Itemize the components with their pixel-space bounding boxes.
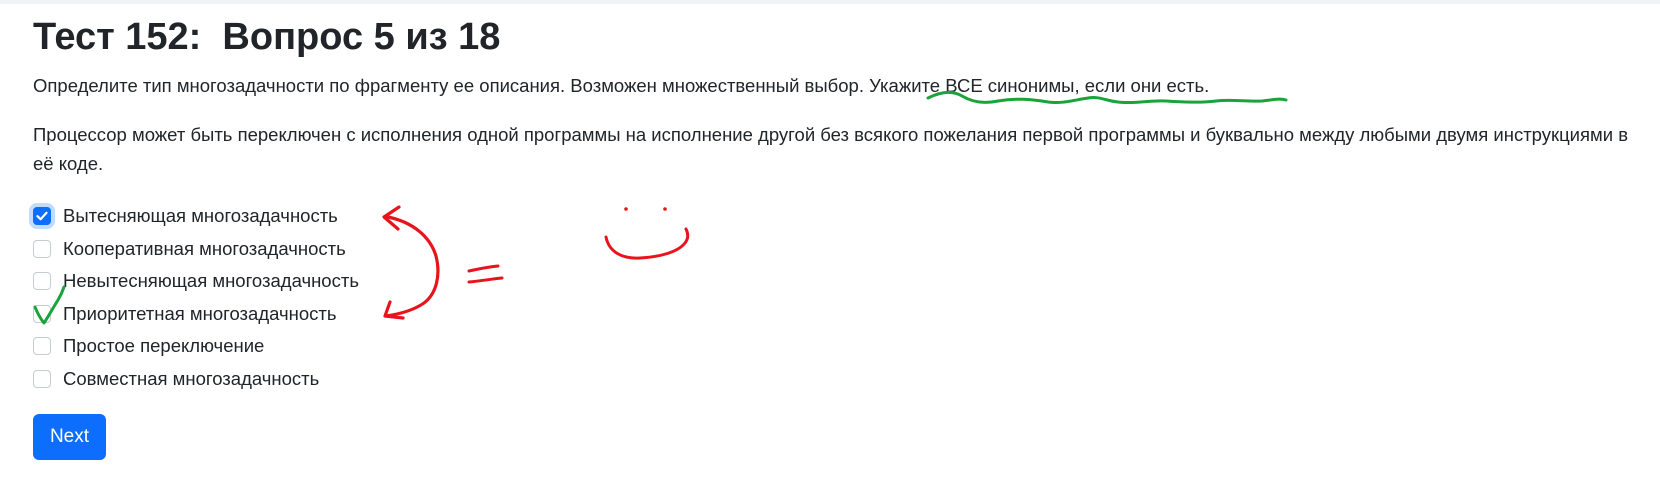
- instruction-text: Определите тип многозадачности по фрагме…: [33, 75, 1210, 96]
- checkbox-joint[interactable]: [33, 369, 51, 388]
- question-text: Процессор может быть переключен с исполн…: [33, 124, 1629, 174]
- checkmark-icon: [36, 211, 48, 221]
- red-arrow-annotation: [384, 215, 440, 318]
- option-label[interactable]: Вытесняющая многозадачность: [63, 205, 338, 227]
- checkbox-non-preemptive[interactable]: [33, 272, 51, 291]
- red-arrowhead-bottom-icon: [383, 300, 405, 320]
- smiley-mouth-icon: [604, 227, 690, 260]
- checkbox-priority[interactable]: [33, 304, 51, 323]
- option-preemptive[interactable]: Вытесняющая многозадачность: [33, 200, 359, 233]
- checkbox-cooperative[interactable]: [33, 239, 51, 258]
- red-equals-annotation: [467, 264, 504, 284]
- option-label[interactable]: Совместная многозадачность: [63, 368, 319, 390]
- option-label[interactable]: Приоритетная многозадачность: [63, 303, 337, 325]
- option-label[interactable]: Кооперативная многозадачность: [63, 238, 346, 260]
- page-title: Тест 152: Вопрос 5 из 18: [33, 16, 501, 58]
- answer-options-list: Вытесняющая многозадачность Кооперативна…: [33, 200, 359, 395]
- option-label[interactable]: Невытесняющая многозадачность: [63, 270, 359, 292]
- option-simple-switch[interactable]: Простое переключение: [33, 330, 359, 363]
- option-priority[interactable]: Приоритетная многозадачность: [33, 298, 359, 331]
- checkbox-preemptive[interactable]: [33, 207, 51, 226]
- smiley-eye-right-icon: [663, 207, 667, 211]
- checkbox-simple-switch[interactable]: [33, 337, 51, 356]
- next-button[interactable]: Next: [33, 414, 106, 460]
- top-border: [0, 0, 1660, 4]
- option-label[interactable]: Простое переключение: [63, 335, 264, 357]
- smiley-eye-left-icon: [624, 207, 628, 211]
- option-non-preemptive[interactable]: Невытесняющая многозадачность: [33, 265, 359, 298]
- option-joint[interactable]: Совместная многозадачность: [33, 363, 359, 396]
- red-arrowhead-top-icon: [382, 205, 401, 231]
- option-cooperative[interactable]: Кооперативная многозадачность: [33, 233, 359, 266]
